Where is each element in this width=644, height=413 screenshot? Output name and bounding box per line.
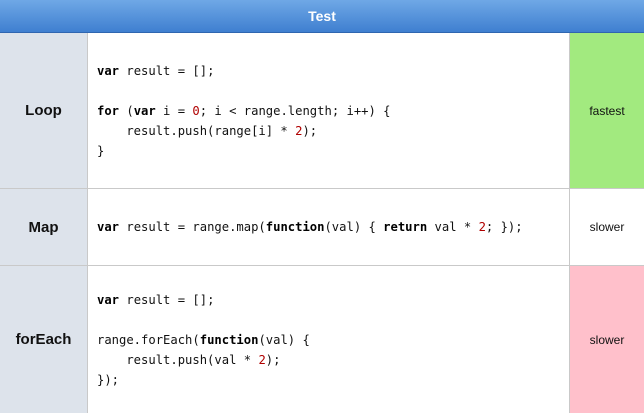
code-snippet: var result = range.map(function(val) { r…	[88, 189, 570, 265]
result-text: slower	[589, 332, 625, 347]
result-text: fastest	[589, 103, 625, 118]
code-snippet: var result = []; range.forEach(function(…	[88, 266, 570, 413]
row-label: forEach	[0, 266, 88, 413]
result-text: slower	[589, 220, 625, 234]
code-snippet: var result = []; for (var i = 0; i < ran…	[88, 33, 570, 188]
table-title: Test	[308, 8, 336, 24]
table-row-map: Map var result = range.map(function(val)…	[0, 189, 644, 266]
row-label: Map	[0, 189, 88, 265]
result-cell-fastest: fastest	[570, 33, 644, 188]
row-label: Loop	[0, 33, 88, 188]
table-row-foreach: forEach var result = []; range.forEach(f…	[0, 266, 644, 413]
result-cell-neutral: slower	[570, 189, 644, 265]
result-cell-slower: slower	[570, 266, 644, 413]
table-row-loop: Loop var result = []; for (var i = 0; i …	[0, 33, 644, 189]
table-header: Test	[0, 0, 644, 33]
